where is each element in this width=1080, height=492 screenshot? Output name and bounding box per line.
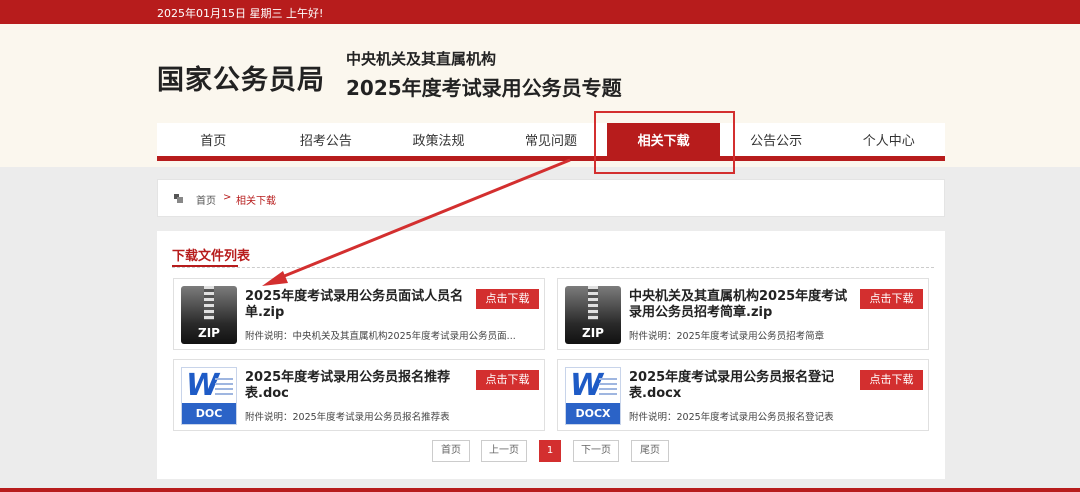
breadcrumb: 首页 > 相关下载 bbox=[157, 179, 945, 217]
pager-page-1[interactable]: 1 bbox=[539, 440, 561, 462]
home-icon bbox=[174, 194, 183, 203]
docx-file-icon: W DOCX bbox=[565, 367, 621, 425]
download-button[interactable]: 点击下载 bbox=[860, 370, 923, 390]
panel-title: 下载文件列表 bbox=[172, 249, 251, 264]
download-button[interactable]: 点击下载 bbox=[476, 289, 539, 309]
bottom-border bbox=[0, 488, 1080, 492]
file-name[interactable]: 2025年度考试录用公务员报名登记表.docx bbox=[629, 370, 854, 402]
doc-file-icon: W DOC bbox=[181, 367, 237, 425]
breadcrumb-home-link[interactable]: 首页 bbox=[196, 192, 216, 207]
site-logo[interactable]: 国家公务员局 bbox=[157, 58, 325, 97]
nav-item-faq[interactable]: 常见问题 bbox=[495, 123, 608, 156]
download-button[interactable]: 点击下载 bbox=[476, 370, 539, 390]
zip-file-icon: ZIP bbox=[181, 286, 237, 344]
file-description: 附件说明：2025年度考试录用公务员招考简章 bbox=[629, 331, 825, 342]
nav-item-recruitment-notice[interactable]: 招考公告 bbox=[270, 123, 383, 156]
pagination: 首页 上一页 1 下一页 尾页 bbox=[157, 440, 945, 462]
top-bar: 2025年01月15日 星期三 上午好! bbox=[0, 0, 1080, 24]
file-name[interactable]: 中央机关及其直属机构2025年度考试录用公务员招考简章.zip bbox=[629, 289, 854, 321]
pager-prev-button[interactable]: 上一页 bbox=[481, 440, 527, 462]
pager-last-button[interactable]: 尾页 bbox=[631, 440, 669, 462]
nav-item-downloads[interactable]: 相关下载 bbox=[607, 123, 720, 156]
divider bbox=[172, 267, 934, 268]
breadcrumb-separator: > bbox=[223, 192, 232, 203]
file-description: 附件说明：2025年度考试录用公务员报名登记表 bbox=[629, 412, 834, 423]
download-card: ZIP 中央机关及其直属机构2025年度考试录用公务员招考简章.zip 附件说明… bbox=[557, 278, 929, 350]
nav-item-announcements[interactable]: 公告公示 bbox=[720, 123, 833, 156]
download-card: ZIP 2025年度考试录用公务员面试人员名单.zip 附件说明：中央机关及其直… bbox=[173, 278, 545, 350]
breadcrumb-current: 相关下载 bbox=[236, 196, 276, 207]
zip-file-icon: ZIP bbox=[565, 286, 621, 344]
date-text: 2025年01月15日 星期三 上午好! bbox=[157, 7, 324, 20]
nav-item-policies[interactable]: 政策法规 bbox=[382, 123, 495, 156]
nav-item-personal-center[interactable]: 个人中心 bbox=[832, 123, 945, 156]
main-nav: 首页 招考公告 政策法规 常见问题 相关下载 公告公示 个人中心 bbox=[157, 123, 945, 161]
download-panel: 下载文件列表 ZIP 2025年度考试录用公务员面试人员名单.zip 附件说明：… bbox=[157, 231, 945, 479]
pager-next-button[interactable]: 下一页 bbox=[573, 440, 619, 462]
file-name[interactable]: 2025年度考试录用公务员报名推荐表.doc bbox=[245, 370, 470, 402]
file-name[interactable]: 2025年度考试录用公务员面试人员名单.zip bbox=[245, 289, 470, 321]
nav-item-home[interactable]: 首页 bbox=[157, 123, 270, 156]
file-description: 附件说明：2025年度考试录用公务员报名推荐表 bbox=[245, 412, 450, 423]
header-subtitle-topic: 2025年度考试录用公务员专题 bbox=[346, 76, 622, 100]
title-underline bbox=[172, 265, 238, 267]
download-card: W DOC 2025年度考试录用公务员报名推荐表.doc 附件说明：2025年度… bbox=[173, 359, 545, 431]
file-description: 附件说明：中央机关及其直属机构2025年度考试录用公务员面... bbox=[245, 331, 516, 342]
header-subtitle-org: 中央机关及其直属机构 bbox=[346, 50, 497, 68]
download-button[interactable]: 点击下载 bbox=[860, 289, 923, 309]
download-card: W DOCX 2025年度考试录用公务员报名登记表.docx 附件说明：2025… bbox=[557, 359, 929, 431]
pager-first-button[interactable]: 首页 bbox=[432, 440, 470, 462]
